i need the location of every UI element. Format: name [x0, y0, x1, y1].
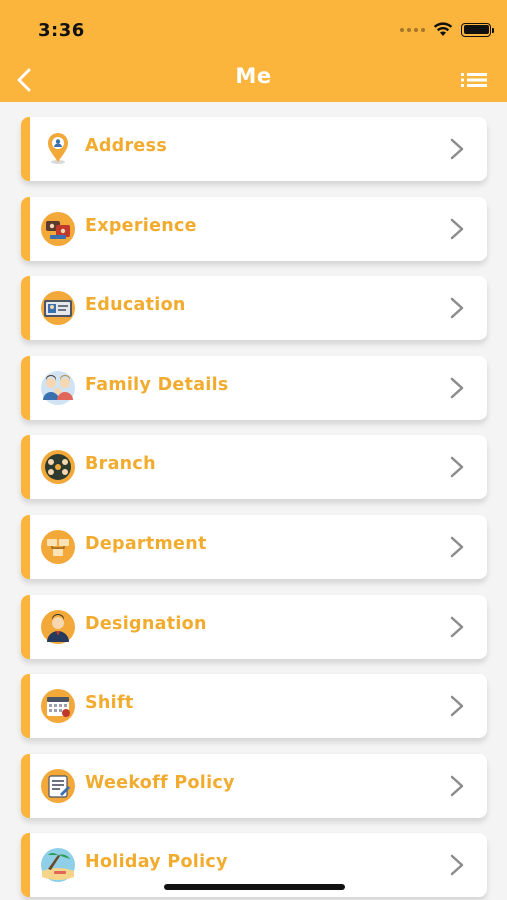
chevron-right-icon	[450, 855, 464, 876]
menu-item-label: Experience	[85, 215, 197, 236]
app-header: 3:36 Me	[0, 0, 507, 102]
chevron-right-icon	[450, 536, 464, 558]
designation-person-icon	[41, 609, 75, 644]
navigation-bar: Me	[0, 58, 507, 102]
chevron-right-icon	[450, 377, 464, 399]
chevron-right-icon	[450, 695, 464, 717]
menu-item-weekoff-policy[interactable]: Weekoff Policy	[21, 753, 487, 818]
status-icons	[400, 22, 494, 37]
wifi-icon	[433, 22, 453, 36]
chevron-right-icon	[450, 775, 464, 796]
menu-item-branch[interactable]: Branch	[21, 435, 487, 500]
chevron-right-icon	[450, 457, 464, 478]
menu-item-label: Shift	[85, 693, 134, 714]
menu-item-label: Department	[85, 533, 207, 554]
menu-item-label: Holiday Policy	[85, 852, 228, 873]
menu-item-family-details[interactable]: Family Details	[21, 355, 487, 420]
menu-item-label: Designation	[85, 613, 207, 634]
battery-icon	[461, 22, 494, 37]
weekoff-policy-icon	[41, 768, 75, 803]
menu-item-label: Education	[85, 295, 186, 316]
status-time: 3:36	[38, 20, 85, 41]
experience-icon	[41, 211, 75, 246]
holiday-policy-icon	[41, 848, 75, 883]
menu-item-label: Branch	[85, 454, 156, 475]
menu-item-label: Family Details	[85, 374, 229, 395]
page-title: Me	[235, 64, 272, 88]
profile-menu-list: Address Experience Education Family Deta…	[21, 117, 487, 900]
family-icon	[41, 370, 75, 405]
education-id-card-icon	[41, 291, 75, 326]
menu-item-label: Address	[85, 136, 168, 156]
chevron-right-icon	[450, 616, 464, 637]
status-bar: 3:36	[0, 0, 507, 58]
menu-item-designation[interactable]: Designation	[21, 594, 487, 659]
menu-list-button[interactable]	[459, 68, 489, 92]
menu-item-department[interactable]: Department	[21, 514, 487, 579]
menu-item-experience[interactable]: Experience	[21, 196, 487, 261]
menu-item-address[interactable]: Address	[21, 117, 487, 181]
department-icon	[41, 529, 75, 564]
cellular-signal-icon	[400, 27, 425, 32]
chevron-right-icon	[450, 138, 464, 160]
location-pin-icon	[48, 133, 68, 164]
home-indicator[interactable]	[164, 884, 345, 890]
chevron-right-icon	[450, 297, 464, 319]
menu-item-education[interactable]: Education	[21, 276, 487, 341]
list-menu-icon	[461, 73, 487, 87]
calendar-shift-icon	[41, 689, 75, 724]
branch-network-icon	[41, 450, 75, 485]
chevron-right-icon	[450, 218, 464, 239]
menu-item-shift[interactable]: Shift	[21, 674, 487, 739]
menu-item-label: Weekoff Policy	[85, 772, 235, 793]
